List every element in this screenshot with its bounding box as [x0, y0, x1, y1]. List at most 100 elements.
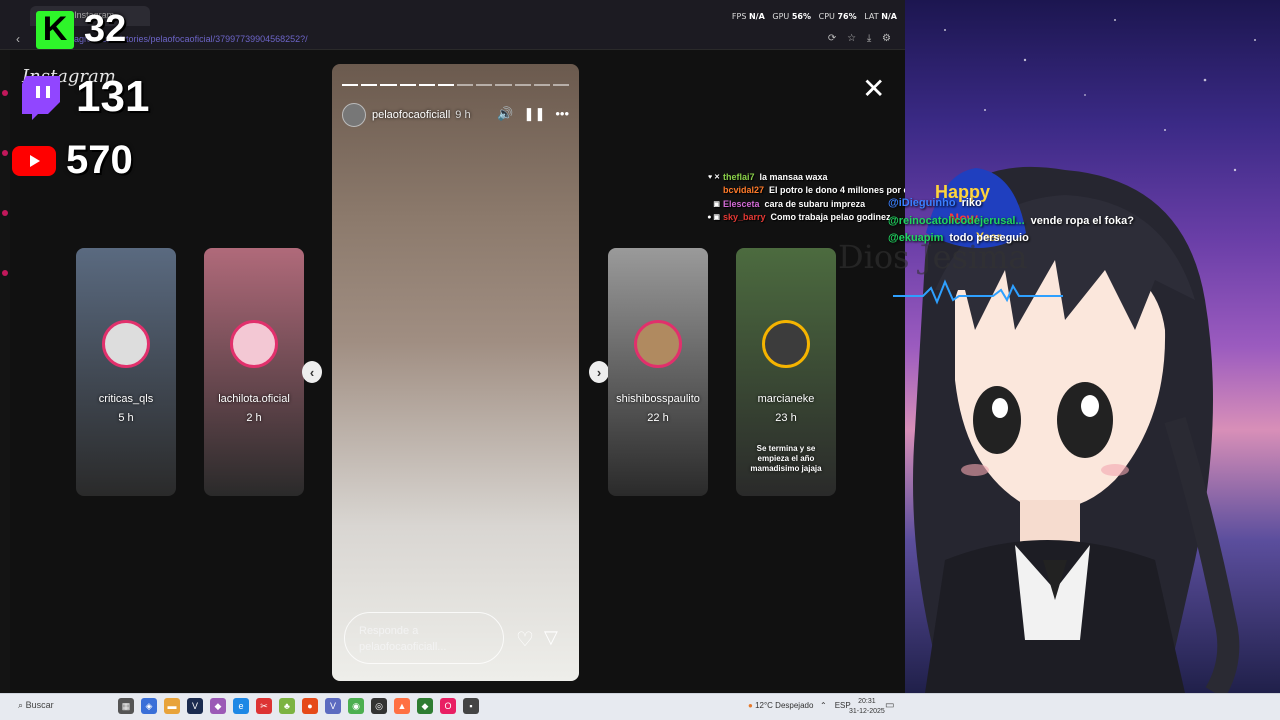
- reply-input[interactable]: Responde a pelaofocaoficiall...: [344, 612, 504, 664]
- chat-badge-icons: ● ▣: [707, 214, 720, 222]
- sidebar-dot[interactable]: [2, 270, 8, 276]
- taskbar-search[interactable]: ⌕ Buscar: [18, 700, 54, 711]
- story-card[interactable]: lachilota.oficial 2 h: [204, 248, 304, 496]
- chat-username: @reinocatolicodejerusal...: [888, 214, 1025, 227]
- chat-username: @iDieguinho: [888, 197, 956, 209]
- chat-message: bcvidal27 El potro le dono 4 millones por…: [692, 184, 941, 198]
- story-user-avatar[interactable]: [342, 103, 366, 127]
- story-card[interactable]: marcianeke 23 h Se termina y se empieza …: [736, 248, 836, 496]
- vscode-icon[interactable]: V: [187, 698, 203, 714]
- fps-value: N/A: [748, 12, 765, 21]
- chat-username: Elesceta: [723, 198, 760, 209]
- chat-text: todo perseguio: [949, 232, 1029, 244]
- chat-text: la mansaa waxa: [759, 171, 828, 182]
- story-time: 2 h: [246, 412, 262, 424]
- progress-segment: [380, 84, 397, 86]
- pause-icon[interactable]: ❚❚: [524, 106, 546, 122]
- chat-message: @iDieguinho riko: [888, 197, 1134, 215]
- youtube-counter: 570: [12, 138, 133, 183]
- youtube-count: 570: [66, 138, 133, 182]
- clock[interactable]: 20:31 31-12-2025: [849, 697, 885, 717]
- app-icon[interactable]: ◆: [417, 698, 433, 714]
- story-username: marcianeke: [757, 393, 815, 405]
- weather-text: 12°C Despejado: [755, 701, 814, 710]
- chat-badge-icons: ♥ ✕: [708, 173, 720, 181]
- obs-icon[interactable]: ◎: [371, 698, 387, 714]
- app-icon[interactable]: ▲: [394, 698, 410, 714]
- windows-taskbar: ⌕ Buscar ▦ ◈ ▬ V ◆ e ✂ ♣ ● V ◉ ◎ ▲ ◆ O ▪…: [0, 693, 1280, 720]
- progress-segment: [437, 84, 455, 86]
- vtuber-avatar-illustration: [913, 19, 1256, 693]
- chat-message: @ekuapim todo perseguio: [888, 232, 1134, 250]
- twitch-logo-icon: [22, 76, 60, 120]
- chat-badge-icons: ▣: [713, 200, 720, 208]
- story-avatar: [230, 320, 278, 368]
- progress-segment: [552, 84, 570, 86]
- fps-label: FPS: [731, 12, 747, 21]
- story-card[interactable]: shishibosspaulito 22 h: [608, 248, 708, 496]
- opera-icon[interactable]: O: [440, 698, 456, 714]
- sidebar-dot[interactable]: [2, 210, 8, 216]
- story-card[interactable]: criticas_qls 5 h: [76, 248, 176, 496]
- browser-titlebar: Stories • Instagram FPS N/A GPU 56% CPU …: [0, 0, 905, 30]
- app-icon[interactable]: ▪: [463, 698, 479, 714]
- sidebar-dot[interactable]: [2, 90, 8, 96]
- share-send-icon[interactable]: ▽: [544, 627, 558, 648]
- main-story-viewer[interactable]: pelaofocaoficiall 9 h 🔊 ❚❚ ••• Responde …: [332, 64, 579, 681]
- story-username[interactable]: pelaofocaoficiall: [372, 109, 450, 121]
- chat-username: @ekuapim: [888, 232, 944, 244]
- chevron-up-icon[interactable]: ⌃: [820, 701, 827, 710]
- chat-username: theflai7: [723, 171, 755, 182]
- chat-message: @reinocatolicodejerusal... vende ropa el …: [888, 215, 1134, 233]
- back-arrow-icon[interactable]: ‹: [16, 32, 20, 46]
- gpu-label: GPU: [772, 12, 790, 21]
- progress-segment: [495, 84, 512, 86]
- performance-overlay: FPS N/A GPU 56% CPU 76% LAT N/A: [732, 12, 897, 21]
- vegas-icon[interactable]: V: [325, 698, 341, 714]
- weather-icon: ●: [748, 701, 753, 710]
- close-icon[interactable]: ✕: [862, 72, 885, 105]
- sidebar-dot[interactable]: [2, 150, 8, 156]
- address-bar[interactable]: ‹ instagram.com/stories/pelaofocaoficial…: [0, 30, 905, 50]
- app-icon[interactable]: ◆: [210, 698, 226, 714]
- notification-icon[interactable]: ▭: [885, 700, 894, 711]
- story-username: lachilota.oficial: [218, 393, 290, 405]
- edge-icon[interactable]: e: [233, 698, 249, 714]
- story-username: criticas_qls: [98, 393, 154, 405]
- next-story-arrow-icon[interactable]: ›: [589, 361, 609, 383]
- chat-text: cara de subaru impreza: [764, 198, 866, 209]
- chat-username: sky_barry: [723, 212, 766, 223]
- story-progress-bar: [342, 84, 570, 86]
- kick-count: 32: [84, 8, 127, 50]
- like-heart-icon[interactable]: ♡: [516, 627, 534, 652]
- story-time: 5 h: [118, 412, 134, 424]
- twitch-counter: 131: [20, 72, 149, 122]
- volume-icon[interactable]: 🔊: [497, 106, 513, 122]
- progress-segment: [361, 84, 378, 86]
- progress-segment: [533, 84, 550, 86]
- taskbar-apps: ▦ ◈ ▬ V ◆ e ✂ ♣ ● V ◉ ◎ ▲ ◆ O ▪: [118, 698, 479, 714]
- chat-text: Como trabaja pelao godinez: [770, 212, 891, 223]
- lat-label: LAT: [864, 12, 879, 21]
- left-sidebar-strip: [0, 50, 10, 690]
- story-username: shishibosspaulito: [616, 393, 700, 405]
- copilot-icon[interactable]: ◈: [141, 698, 157, 714]
- task-view-icon[interactable]: ▦: [118, 698, 134, 714]
- app-icon[interactable]: ♣: [279, 698, 295, 714]
- twitch-count: 131: [76, 72, 150, 121]
- firefox-icon[interactable]: ●: [302, 698, 318, 714]
- app-icon[interactable]: ✂: [256, 698, 272, 714]
- story-avatar: [634, 320, 682, 368]
- file-explorer-icon[interactable]: ▬: [164, 698, 180, 714]
- address-bar-icons[interactable]: ⟳ ☆ ⤓ ⚙: [828, 33, 895, 44]
- clock-time: 20:31: [858, 698, 876, 705]
- cpu-value: 76%: [837, 12, 857, 21]
- progress-segment: [342, 84, 359, 86]
- chrome-icon[interactable]: ◉: [348, 698, 364, 714]
- story-time: 22 h: [647, 412, 669, 424]
- clock-date: 31-12-2025: [849, 708, 885, 715]
- more-options-icon[interactable]: •••: [555, 106, 569, 122]
- weather-widget[interactable]: ● 12°C Despejado: [748, 701, 813, 710]
- previous-story-arrow-icon[interactable]: ‹: [302, 361, 322, 383]
- story-avatar: [762, 320, 810, 368]
